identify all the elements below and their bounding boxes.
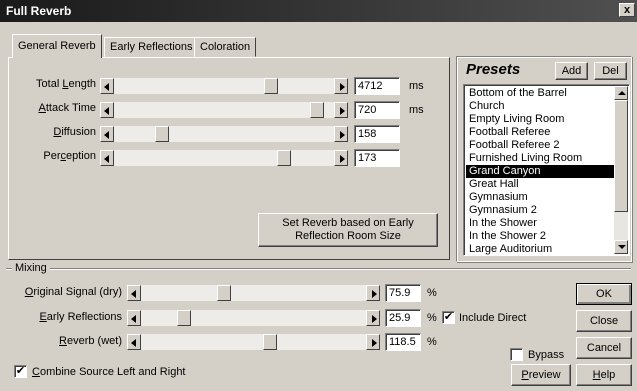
mixing-divider <box>6 268 631 270</box>
help-button[interactable]: Help <box>576 364 632 386</box>
preset-list-item[interactable]: Bottom of the Barrel <box>466 87 614 100</box>
include-direct-label: Include Direct <box>459 312 527 324</box>
title-bar[interactable]: Full Reverb x <box>0 0 637 22</box>
add-preset-button[interactable]: Add <box>555 62 588 80</box>
mixing-title: Mixing <box>12 262 50 274</box>
original-signal-thumb[interactable] <box>217 285 231 301</box>
reverb-wet-left-arrow[interactable] <box>127 334 141 350</box>
preset-list-item[interactable]: Large Auditorium <box>466 243 614 255</box>
preset-list-item[interactable]: Football Referee <box>466 126 614 139</box>
original-signal-unit: % <box>427 287 437 299</box>
preset-list-item[interactable]: Gymnasium <box>466 191 614 204</box>
preview-button[interactable]: Preview <box>511 364 571 386</box>
preset-list-item[interactable]: In the Shower 2 <box>466 230 614 243</box>
delete-preset-button[interactable]: Del <box>594 62 627 80</box>
set-reverb-room-size-button[interactable]: Set Reverb based on Early Reflection Roo… <box>258 213 438 247</box>
preset-list-item[interactable]: Gymnasium 2 <box>466 204 614 217</box>
bypass-label: Bypass <box>528 349 565 361</box>
preset-list-item[interactable]: Furnished Living Room <box>466 152 614 165</box>
combine-source-checkbox[interactable]: ✔ <box>14 365 27 378</box>
preset-list-item[interactable]: Empty Living Room <box>466 113 614 126</box>
scroll-thumb[interactable] <box>614 100 628 212</box>
tab-early-reflections[interactable]: Early Reflections <box>104 37 199 57</box>
ok-button[interactable]: OK <box>576 283 632 305</box>
cancel-button[interactable]: Cancel <box>576 337 632 359</box>
preset-list-item[interactable]: In the Shower <box>466 217 614 230</box>
reverb-wet-right-arrow[interactable] <box>366 334 380 350</box>
original-signal-track[interactable] <box>141 285 366 301</box>
close-button[interactable]: Close <box>576 310 632 332</box>
original-signal-right-arrow[interactable] <box>366 285 380 301</box>
reverb-wet-unit: % <box>427 336 437 348</box>
scroll-up-icon[interactable] <box>614 86 628 100</box>
early-reflections-unit: % <box>427 312 437 324</box>
original-signal-label: Original Signal (dry) <box>24 286 122 298</box>
tab-coloration[interactable]: Coloration <box>194 37 257 57</box>
scroll-down-icon[interactable] <box>614 240 628 254</box>
include-direct-checkbox[interactable]: ✔ <box>442 311 455 324</box>
reverb-wet-label: Reverb (wet) <box>59 335 122 347</box>
presets-list[interactable]: Bottom of the Barrel Church Empty Living R… <box>463 84 630 256</box>
preset-list-item[interactable]: Church <box>466 100 614 113</box>
tab-general-reverb[interactable]: General Reverb <box>12 34 102 58</box>
preset-list-item[interactable]: Great Hall <box>466 178 614 191</box>
window-title: Full Reverb <box>6 4 72 18</box>
reverb-wet-track[interactable] <box>141 334 366 350</box>
early-reflections-right-arrow[interactable] <box>366 310 380 326</box>
presets-items: Bottom of the Barrel Church Empty Living R… <box>466 87 614 255</box>
original-signal-value[interactable]: 75.9 <box>385 284 421 302</box>
early-reflections-label: Early Reflections <box>39 311 122 323</box>
early-reflections-value[interactable]: 25.9 <box>385 309 421 327</box>
bypass-checkbox[interactable] <box>510 348 523 361</box>
close-window-button[interactable]: x <box>619 3 635 17</box>
presets-scrollbar[interactable] <box>614 86 628 254</box>
preset-list-item[interactable]: Grand Canyon <box>466 165 614 178</box>
preset-list-item[interactable]: Football Referee 2 <box>466 139 614 152</box>
presets-title: Presets <box>466 61 521 78</box>
full-reverb-dialog: Full Reverb x General Reverb Early Refle… <box>0 0 637 391</box>
combine-source-label: Combine Source Left and Right <box>32 366 186 378</box>
early-reflections-thumb[interactable] <box>177 310 191 326</box>
reverb-wet-value[interactable]: 118.5 <box>385 333 421 351</box>
original-signal-left-arrow[interactable] <box>127 285 141 301</box>
early-reflections-track[interactable] <box>141 310 366 326</box>
reverb-wet-thumb[interactable] <box>263 334 277 350</box>
early-reflections-left-arrow[interactable] <box>127 310 141 326</box>
